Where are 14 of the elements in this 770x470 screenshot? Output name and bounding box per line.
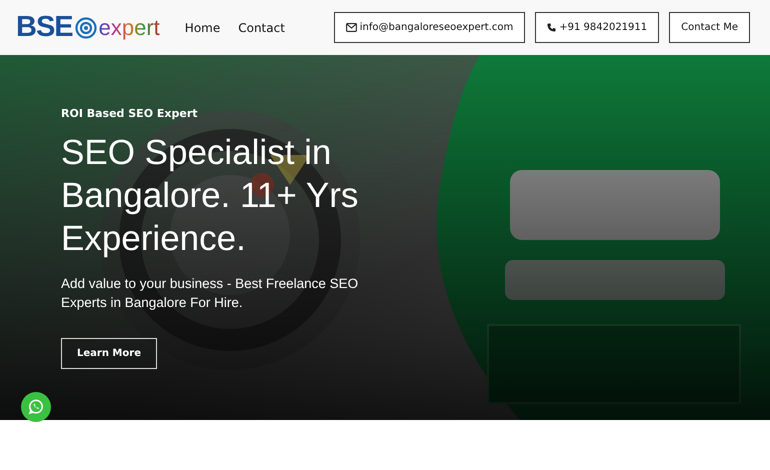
phone-icon (547, 23, 556, 32)
target-icon (74, 16, 97, 38)
learn-more-button[interactable]: Learn More (61, 338, 157, 369)
contact-button[interactable]: +91 9842021911 (535, 12, 660, 43)
eyebrow-text: ROI Based SEO Expert (61, 107, 199, 120)
nav-link[interactable]: Home (184, 20, 220, 34)
chat-icon (28, 399, 44, 415)
logo-text[interactable]: BSE (16, 11, 73, 44)
hero-subtitle: Add value to your business - Best Freelance SEO Experts in Bangalore For Hire. (61, 275, 360, 312)
contact-button[interactable]: Contact Me (669, 12, 750, 43)
contact-button[interactable]: info@bangaloreseoexpert.com (334, 12, 526, 43)
nav-link[interactable]: Contact (238, 20, 285, 34)
hero-title: SEO Specialist in Bangalore. 11+ Yrs Experience. (61, 132, 360, 260)
envelope-icon (346, 23, 357, 32)
